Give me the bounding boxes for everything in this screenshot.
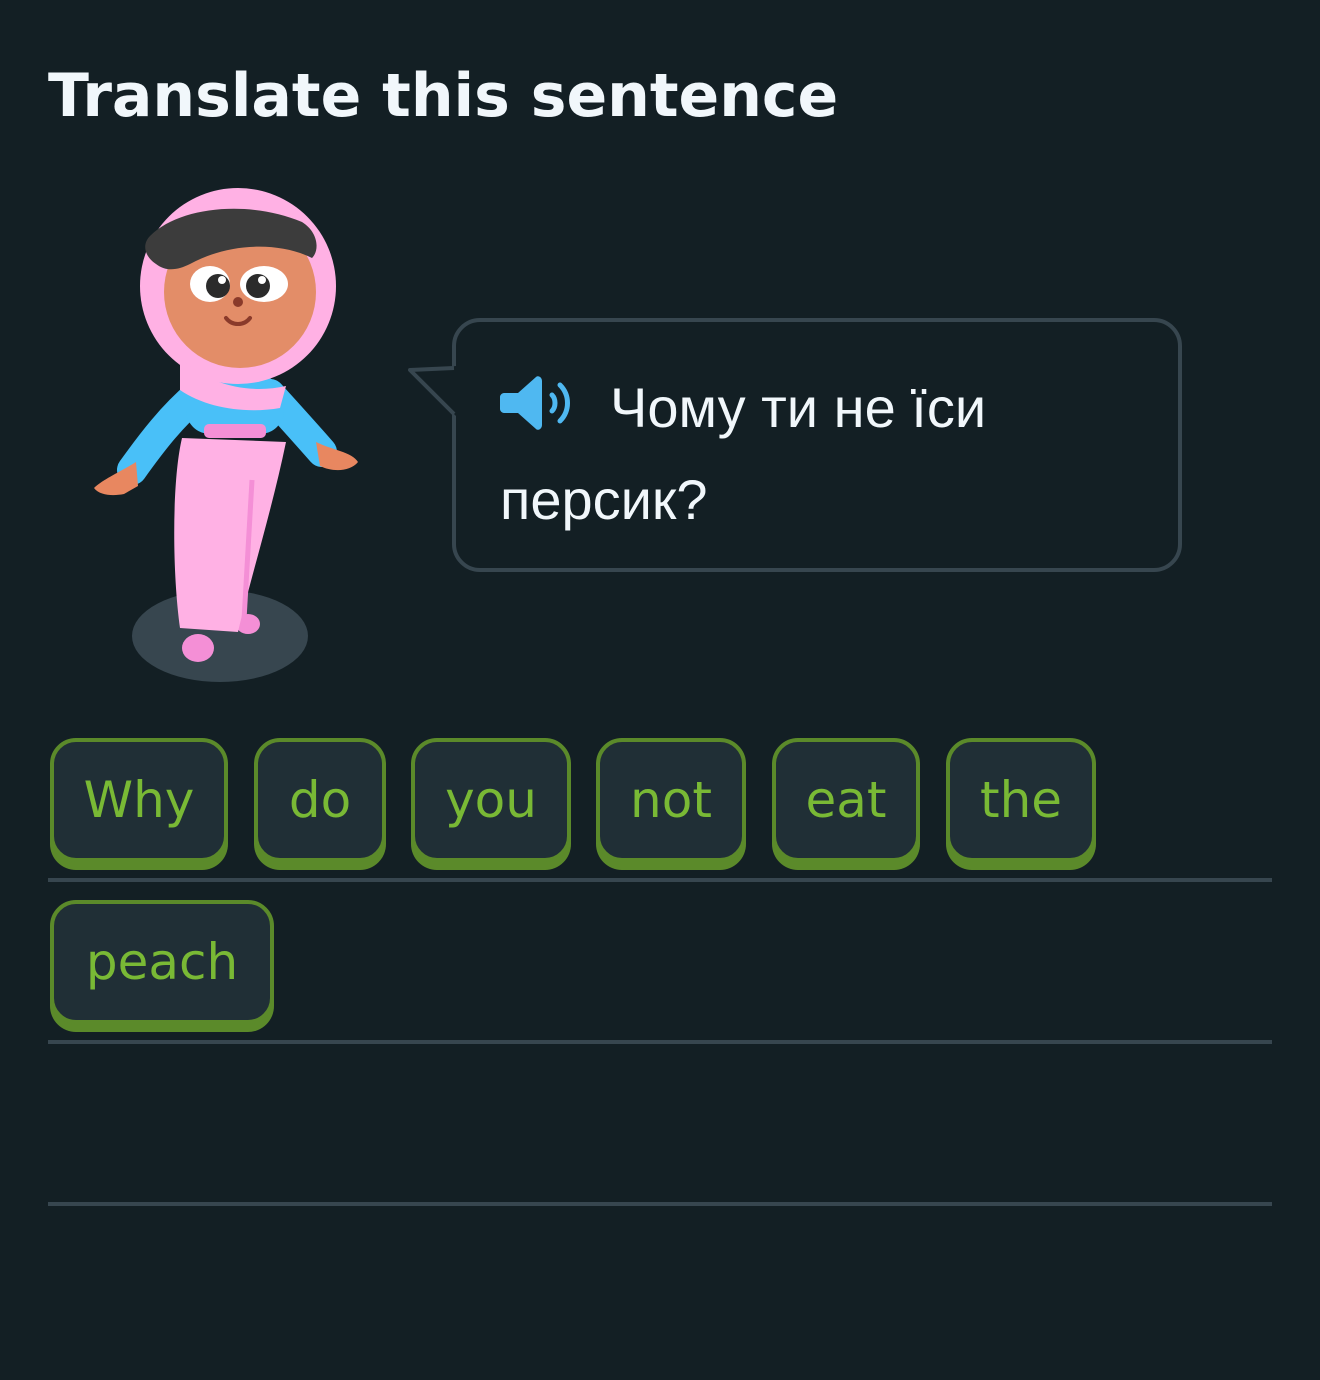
character-hand-left bbox=[94, 462, 138, 496]
word-chip-do[interactable]: do bbox=[254, 738, 386, 862]
word-chip-not[interactable]: not bbox=[596, 738, 746, 862]
character-nose bbox=[233, 297, 243, 307]
speech-bubble-tail bbox=[408, 366, 456, 416]
word-chip-peach[interactable]: peach bbox=[50, 900, 274, 1024]
speaker-wave-small bbox=[549, 392, 558, 414]
word-chip-you[interactable]: you bbox=[411, 738, 571, 862]
speech-bubble: Чому ти не їси персик? bbox=[452, 318, 1182, 572]
answer-line-1 bbox=[48, 878, 1272, 882]
speaker-icon[interactable] bbox=[500, 373, 580, 433]
character-hand-right bbox=[316, 442, 358, 471]
answer-line-2 bbox=[48, 1040, 1272, 1044]
character-belt bbox=[204, 424, 266, 438]
character-pupil-left bbox=[206, 274, 230, 298]
character-pupil-right bbox=[246, 274, 270, 298]
word-chip-eat[interactable]: eat bbox=[772, 738, 920, 862]
character-glint-left bbox=[218, 276, 226, 284]
character-illustration bbox=[94, 188, 358, 682]
character-glint-right bbox=[258, 276, 266, 284]
answer-line-3 bbox=[48, 1202, 1272, 1206]
speaker-body bbox=[500, 376, 542, 430]
page-title: Translate this sentence bbox=[48, 61, 839, 131]
speaker-wave-large bbox=[557, 382, 570, 424]
word-chip-why[interactable]: Why bbox=[50, 738, 228, 862]
character-foot-left bbox=[182, 634, 214, 662]
word-chip-the[interactable]: the bbox=[946, 738, 1096, 862]
prompt-text-container: Чому ти не їси персик? bbox=[500, 362, 1140, 546]
